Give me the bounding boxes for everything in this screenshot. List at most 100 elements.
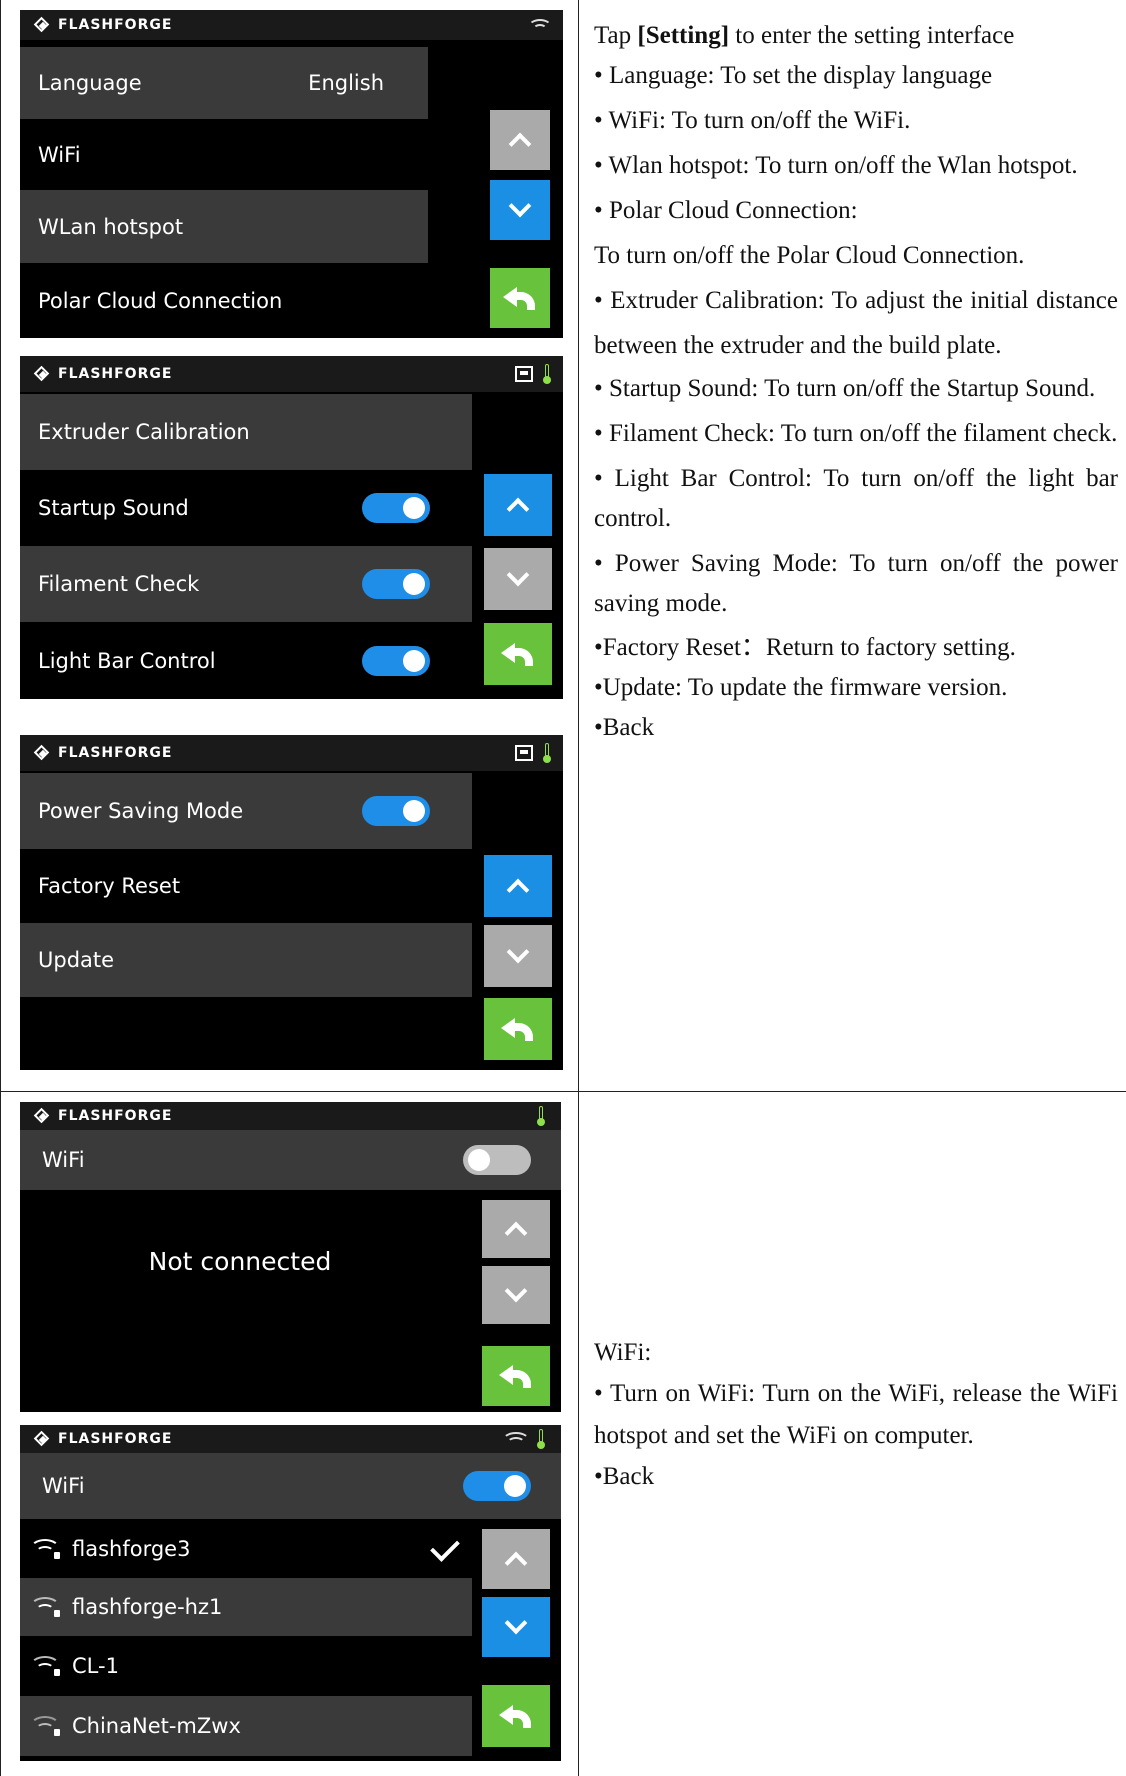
desc-extruder: • Extruder Calibration: To adjust the in…	[594, 287, 1118, 359]
wifi-label: WiFi	[38, 142, 81, 167]
language-label: Language	[38, 71, 142, 95]
back-arrow-icon	[503, 285, 537, 311]
wifi-signal-lock-icon	[30, 1538, 60, 1559]
wifi-signal-lock-icon	[30, 1716, 60, 1736]
desc-startup: • Startup Sound: To turn on/off the Star…	[594, 375, 1096, 402]
network-name: flashforge3	[72, 1536, 191, 1561]
wifi-status-icon	[528, 17, 552, 33]
startup-sound-row[interactable]: Startup Sound	[20, 470, 472, 546]
network-item[interactable]: flashforge3	[20, 1519, 472, 1578]
intro-pre: Tap	[594, 22, 638, 49]
network-item[interactable]: flashforge-hz1	[20, 1578, 472, 1636]
filament-check-row[interactable]: Filament Check	[20, 546, 472, 622]
flashforge-logo: FLASHFORGE	[34, 1430, 172, 1448]
settings-screen-2: FLASHFORGE Extruder Calibration Startup …	[20, 356, 563, 699]
extruder-calibration-label: Extruder Calibration	[38, 420, 250, 444]
logo-icon	[34, 1431, 50, 1447]
scroll-up-button[interactable]	[490, 110, 550, 170]
scroll-down-button[interactable]	[482, 1597, 550, 1657]
table-left-border	[0, 0, 1, 1776]
intro-line: Tap [Setting] to enter the setting inter…	[594, 16, 1118, 56]
update-label: Update	[38, 948, 115, 972]
chevron-up-icon	[508, 132, 532, 156]
wifi-toggle[interactable]	[463, 1471, 531, 1501]
desc-back: •Back	[594, 1463, 655, 1490]
top-bar: FLASHFORGE	[20, 356, 563, 392]
scroll-down-button[interactable]	[484, 925, 552, 987]
polar-cloud-label: Polar Cloud Connection	[38, 288, 283, 313]
scroll-down-button[interactable]	[484, 548, 552, 610]
logo-icon	[34, 366, 50, 382]
chevron-up-icon	[506, 497, 530, 521]
intro-post: to enter the setting interface	[729, 22, 1015, 49]
back-button[interactable]	[490, 268, 550, 328]
logo-icon	[34, 1108, 50, 1124]
extruder-calibration-row[interactable]: Extruder Calibration	[20, 394, 472, 470]
power-saving-label: Power Saving Mode	[38, 799, 244, 823]
document-page: FLASHFORGE Language English WiFi WLan hot…	[0, 0, 1126, 1776]
desc-back: •Back	[594, 714, 655, 741]
settings-screen-1: FLASHFORGE Language English WiFi WLan hot…	[20, 10, 563, 338]
settings-description: Tap [Setting] to enter the setting inter…	[594, 16, 1118, 748]
language-value: English	[308, 71, 384, 95]
chevron-down-icon	[506, 563, 530, 587]
wifi-status-icon	[502, 1431, 530, 1447]
back-button[interactable]	[482, 1685, 550, 1747]
wifi-signal-lock-icon	[30, 1597, 60, 1617]
wifi-header-row: WiFi	[20, 1130, 561, 1190]
power-saving-toggle[interactable]	[362, 796, 430, 826]
desc-factory: •Factory Reset：Return to factory setting…	[594, 634, 1016, 661]
scroll-up-button[interactable]	[484, 855, 552, 917]
language-row[interactable]: Language English	[20, 47, 428, 119]
desc-hotspot: • Wlan hotspot: To turn on/off the Wlan …	[594, 152, 1078, 179]
network-item[interactable]: ChinaNet-mZwx	[20, 1696, 472, 1756]
wifi-row[interactable]: WiFi	[20, 119, 428, 190]
back-arrow-icon	[499, 1363, 533, 1389]
light-bar-row[interactable]: Light Bar Control	[20, 622, 472, 699]
back-arrow-icon	[501, 1016, 535, 1042]
back-button[interactable]	[484, 623, 552, 685]
scroll-up-button[interactable]	[484, 474, 552, 536]
startup-sound-label: Startup Sound	[38, 496, 189, 520]
desc-lightbar: • Light Bar Control: To turn on/off the …	[594, 465, 1118, 532]
factory-reset-row[interactable]: Factory Reset	[20, 849, 472, 923]
wifi-title: WiFi	[42, 1148, 85, 1172]
chevron-down-icon	[508, 194, 532, 218]
light-bar-toggle[interactable]	[362, 645, 430, 676]
check-icon	[430, 1532, 460, 1562]
desc-turn-on-wifi: • Turn on WiFi: Turn on the WiFi, releas…	[594, 1380, 1118, 1449]
flashforge-logo: FLASHFORGE	[34, 365, 172, 383]
back-button[interactable]	[484, 998, 552, 1060]
table-column-divider	[578, 0, 579, 1776]
scroll-up-button[interactable]	[482, 1529, 550, 1589]
network-item[interactable]: CL-1	[20, 1636, 472, 1696]
chevron-down-icon	[506, 940, 530, 964]
update-row[interactable]: Update	[20, 923, 472, 997]
flashforge-logo: FLASHFORGE	[34, 16, 172, 34]
network-name: ChinaNet-mZwx	[72, 1714, 241, 1738]
wifi-heading: WiFi:	[594, 1339, 652, 1366]
chevron-up-icon	[506, 878, 530, 902]
chevron-up-icon	[504, 1551, 528, 1575]
desc-wifi: • WiFi: To turn on/off the WiFi.	[594, 107, 911, 134]
scroll-down-button[interactable]	[490, 180, 550, 240]
usb-icon	[515, 745, 533, 761]
wifi-status-text: Not connected	[148, 1247, 332, 1276]
back-button[interactable]	[482, 1346, 550, 1406]
wifi-toggle[interactable]	[463, 1145, 531, 1175]
factory-reset-label: Factory Reset	[38, 874, 181, 898]
desc-polar-detail: To turn on/off the Polar Cloud Connectio…	[594, 242, 1025, 269]
network-name: CL-1	[72, 1654, 119, 1678]
filament-check-toggle[interactable]	[362, 569, 430, 599]
polar-cloud-row[interactable]: Polar Cloud Connection	[20, 263, 428, 338]
brand-name: FLASHFORGE	[58, 1431, 173, 1447]
hotspot-row[interactable]: WLan hotspot	[20, 190, 428, 263]
brand-name: FLASHFORGE	[58, 17, 173, 33]
network-name: flashforge-hz1	[72, 1595, 223, 1619]
scroll-up-button[interactable]	[482, 1200, 550, 1258]
startup-sound-toggle[interactable]	[362, 493, 430, 523]
logo-icon	[34, 17, 50, 33]
usb-icon	[515, 366, 533, 382]
power-saving-row[interactable]: Power Saving Mode	[20, 773, 472, 849]
scroll-down-button[interactable]	[482, 1266, 550, 1324]
